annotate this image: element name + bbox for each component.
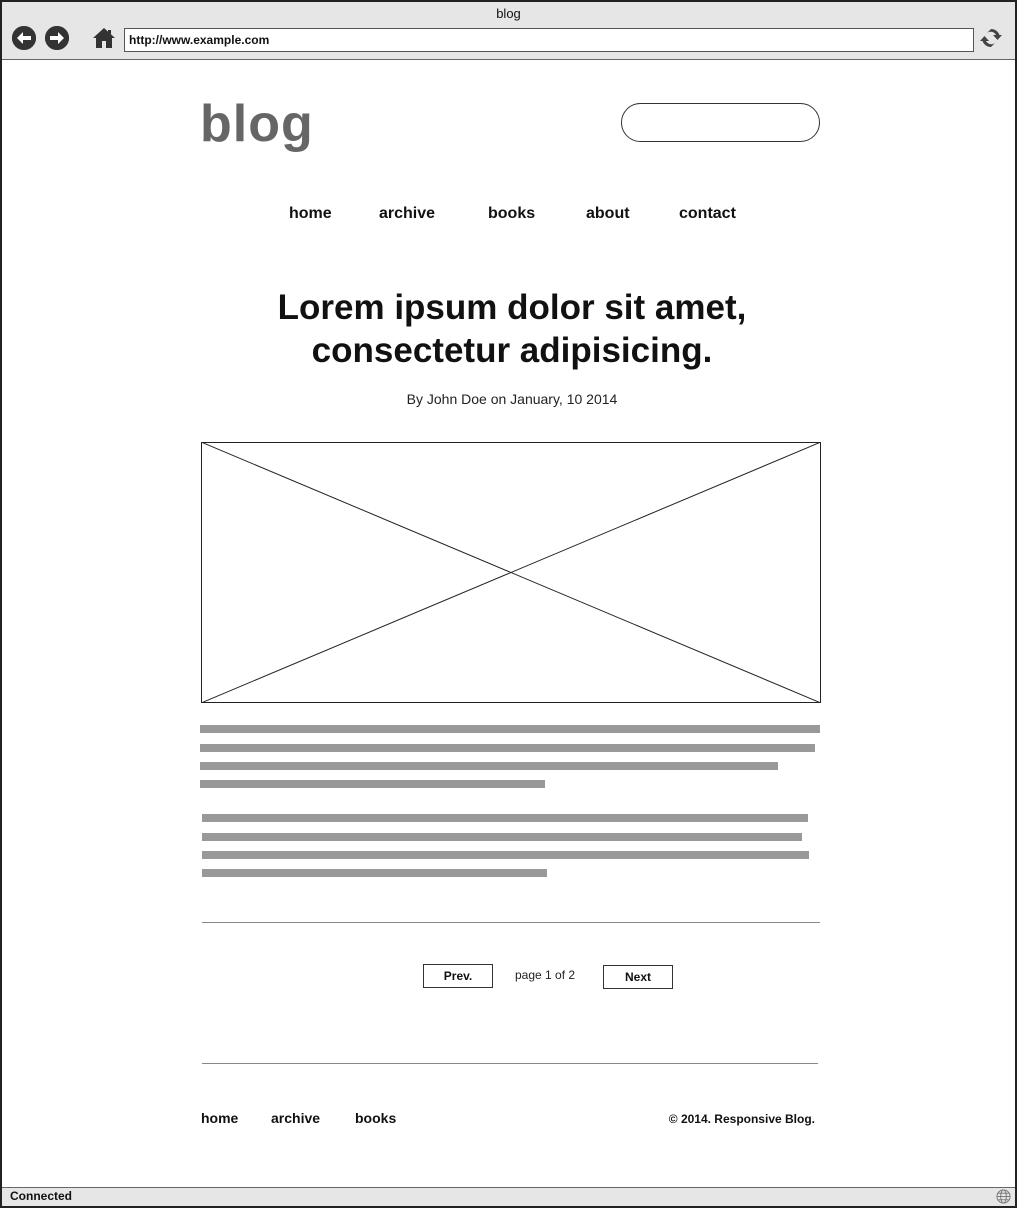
search-input[interactable]	[621, 103, 820, 142]
arrow-right-icon	[45, 26, 69, 50]
text-line-placeholder	[200, 725, 820, 733]
connection-status: Connected	[10, 1189, 73, 1203]
prev-button[interactable]: Prev.	[423, 964, 493, 988]
footer-link-home[interactable]: home	[201, 1110, 238, 1126]
next-button[interactable]: Next	[603, 965, 673, 989]
nav-item-books[interactable]: books	[488, 205, 535, 223]
article-byline: By John Doe on January, 10 2014	[406, 391, 618, 407]
nav-item-archive[interactable]: archive	[379, 205, 435, 223]
article-title-line-1: Lorem ipsum dolor sit amet,	[277, 288, 747, 327]
text-line-placeholder	[202, 814, 808, 822]
home-icon	[93, 28, 115, 48]
arrow-left-icon	[12, 26, 36, 50]
footer-link-archive[interactable]: archive	[271, 1110, 320, 1126]
text-line-placeholder	[200, 744, 815, 752]
text-line-placeholder	[202, 869, 547, 877]
status-bar: Connected	[2, 1187, 1015, 1206]
browser-toolbar: blog http://www.example.com	[2, 2, 1015, 60]
site-logo[interactable]: blog	[200, 94, 314, 154]
back-button[interactable]	[12, 26, 36, 50]
copyright-text: © 2014. Responsive Blog.	[668, 1112, 815, 1126]
globe-icon	[996, 1189, 1011, 1204]
refresh-button[interactable]	[979, 26, 1003, 50]
text-line-placeholder	[202, 833, 802, 841]
nav-item-home[interactable]: home	[289, 205, 332, 223]
window-title: blog	[496, 6, 521, 21]
nav-item-contact[interactable]: contact	[679, 205, 736, 223]
text-line-placeholder	[200, 780, 545, 788]
address-bar[interactable]: http://www.example.com	[124, 28, 974, 52]
article-title-line-2: consectetur adipisicing.	[311, 331, 713, 370]
page-content: blog home archive books about contact Lo…	[2, 60, 1015, 1186]
footer-link-books[interactable]: books	[355, 1110, 396, 1126]
nav-item-about[interactable]: about	[586, 205, 630, 223]
browser-window: blog http://www.example.com blog home ar…	[0, 0, 1017, 1208]
text-line-placeholder	[202, 851, 809, 859]
home-button[interactable]	[92, 26, 116, 50]
forward-button[interactable]	[45, 26, 69, 50]
text-line-placeholder	[200, 762, 778, 770]
image-placeholder	[201, 442, 821, 703]
refresh-icon	[980, 28, 1002, 48]
divider	[202, 922, 820, 923]
divider	[202, 1063, 818, 1064]
article-title: Lorem ipsum dolor sit amet, consectetur …	[182, 286, 842, 372]
page-indicator: page 1 of 2	[515, 968, 576, 982]
